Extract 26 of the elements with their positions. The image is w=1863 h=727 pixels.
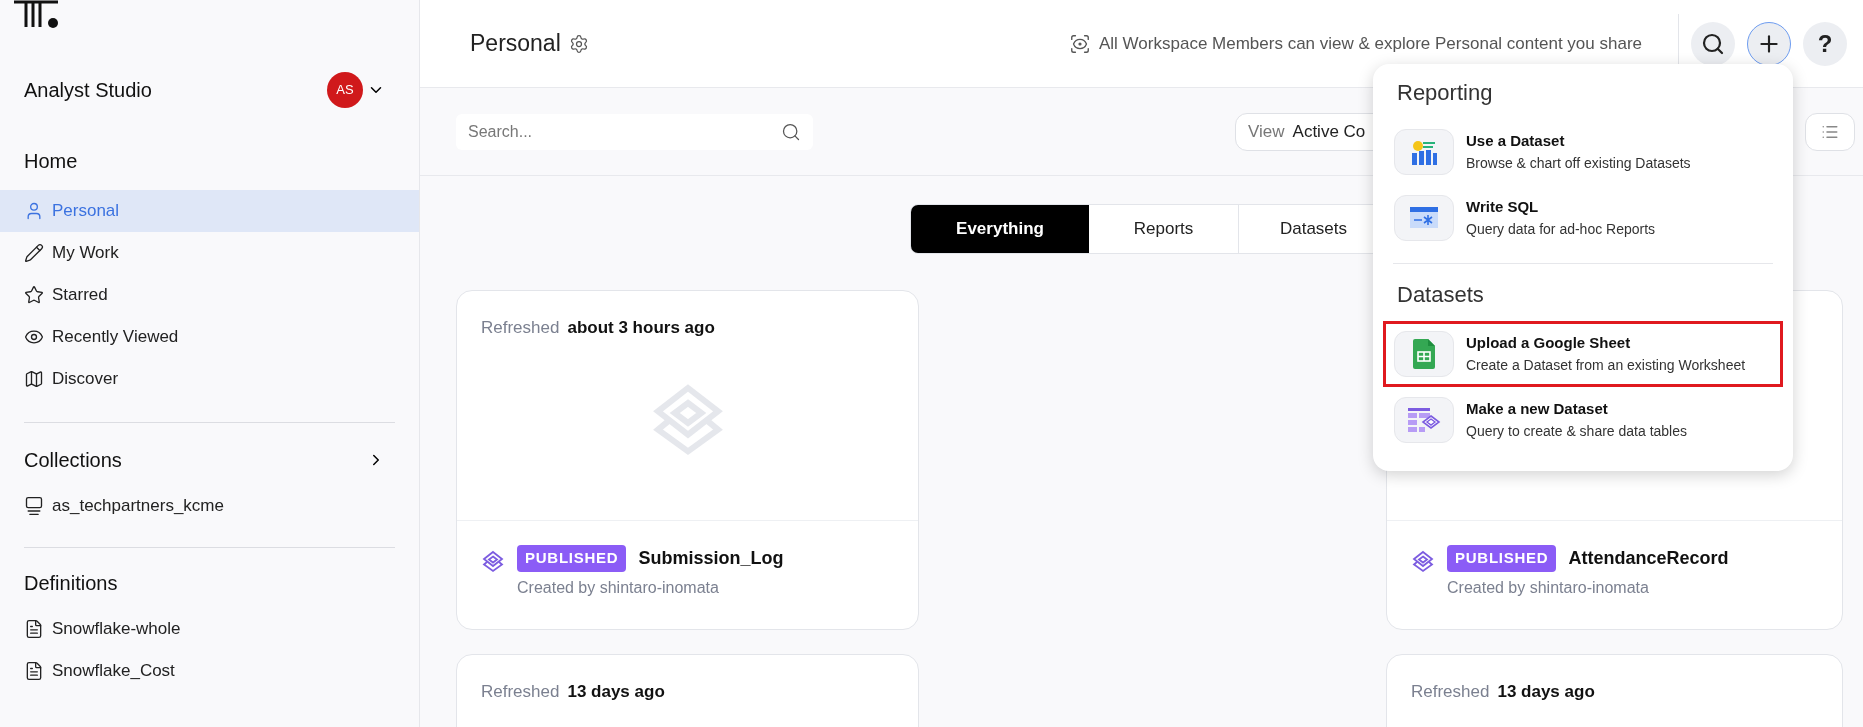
- menu-section-title: Reporting: [1396, 79, 1494, 107]
- refreshed-label: Refreshed: [481, 317, 560, 339]
- status-badge: PUBLISHED: [1447, 545, 1557, 572]
- refreshed-label: Refreshed: [481, 681, 560, 703]
- workspace-name: Analyst Studio: [24, 78, 152, 103]
- menu-item-title: Make a new Dataset: [1466, 399, 1609, 420]
- creator-text: Created by shintaro-inomata: [1447, 578, 1650, 598]
- menu-item-title: Write SQL: [1466, 197, 1540, 218]
- menu-section-title: Datasets: [1396, 281, 1485, 309]
- refreshed-time: about 3 hours ago: [567, 317, 715, 339]
- menu-item-description: Query data for ad-hoc Reports: [1466, 219, 1656, 239]
- sharing-notice: All Workspace Members can view & explore Personal content you share: [1099, 32, 1642, 55]
- section-title: Collections: [24, 448, 122, 473]
- section-title: Home: [23, 149, 79, 174]
- menu-item-title: Upload a Google Sheet: [1466, 333, 1632, 354]
- refreshed-time: 13 days ago: [1497, 681, 1595, 703]
- refreshed-time: 13 days ago: [567, 681, 665, 703]
- menu-item-description: Query to create & share data tables: [1466, 421, 1687, 441]
- creator-text: Created by shintaro-inomata: [517, 578, 720, 598]
- status-badge: PUBLISHED: [517, 545, 627, 572]
- refreshed-label: Refreshed: [1411, 681, 1490, 703]
- page-title: Personal: [470, 29, 561, 59]
- menu-item-description: Create a Dataset from an existing Worksheet: [1466, 355, 1746, 375]
- section-title: Definitions: [23, 571, 119, 596]
- menu-item-description: Browse & chart off existing Datasets: [1466, 153, 1691, 173]
- menu-item-title: Use a Dataset: [1466, 131, 1566, 152]
